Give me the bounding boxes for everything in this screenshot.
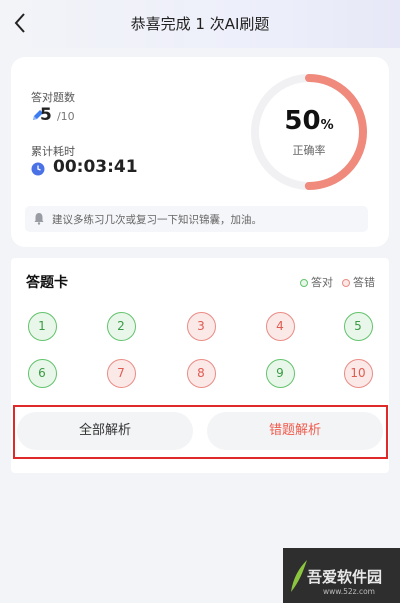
question-7-button[interactable]: 7 [106, 358, 136, 388]
legend-correct: 答对 [300, 274, 333, 290]
top-bar: 恭喜完成 1 次AI刷题 [0, 0, 400, 48]
clock-icon [31, 162, 45, 176]
correct-count-label: 答对题数 [31, 91, 75, 104]
question-8-button[interactable]: 8 [186, 358, 216, 388]
wrong-dot-icon [342, 279, 350, 287]
question-2-button[interactable]: 2 [106, 311, 136, 341]
question-6-button[interactable]: 6 [27, 358, 57, 388]
total-count-value: /10 [56, 110, 75, 123]
accuracy-label: 正确率 [292, 144, 326, 157]
correct-dot-icon [300, 279, 308, 287]
legend-wrong-label: 答错 [353, 276, 375, 289]
legend-wrong: 答错 [342, 274, 375, 290]
accuracy-number: 50 [284, 106, 321, 136]
bell-icon [34, 213, 44, 225]
question-5-button[interactable]: 5 [343, 311, 373, 341]
question-9-button[interactable]: 9 [265, 358, 295, 388]
tip-box: 建议多练习几次或复习一下知识锦囊，加油。 [25, 206, 368, 232]
accuracy-value: 50% [249, 106, 369, 136]
tip-text: 建议多练习几次或复习一下知识锦囊，加油。 [52, 214, 262, 226]
question-4-button[interactable]: 4 [265, 311, 295, 341]
question-1-button[interactable]: 1 [27, 311, 57, 341]
correct-count-value: 5 [40, 105, 52, 125]
time-value: 00:03:41 [53, 157, 138, 177]
answer-card-title: 答题卡 [26, 275, 68, 291]
correct-count: 5 /10 [40, 105, 75, 125]
legend-correct-label: 答对 [311, 276, 333, 289]
question-10-button[interactable]: 10 [343, 358, 373, 388]
accuracy-unit: % [320, 118, 334, 133]
watermark-text: 吾爱软件园 [307, 568, 383, 586]
wrong-analysis-button[interactable]: 错题解析 [207, 412, 383, 450]
all-analysis-button[interactable]: 全部解析 [17, 412, 193, 450]
watermark-url: www.52z.com [323, 587, 375, 596]
page-title: 恭喜完成 1 次AI刷题 [130, 15, 270, 33]
question-3-button[interactable]: 3 [186, 311, 216, 341]
leaf-logo-icon [291, 560, 307, 592]
